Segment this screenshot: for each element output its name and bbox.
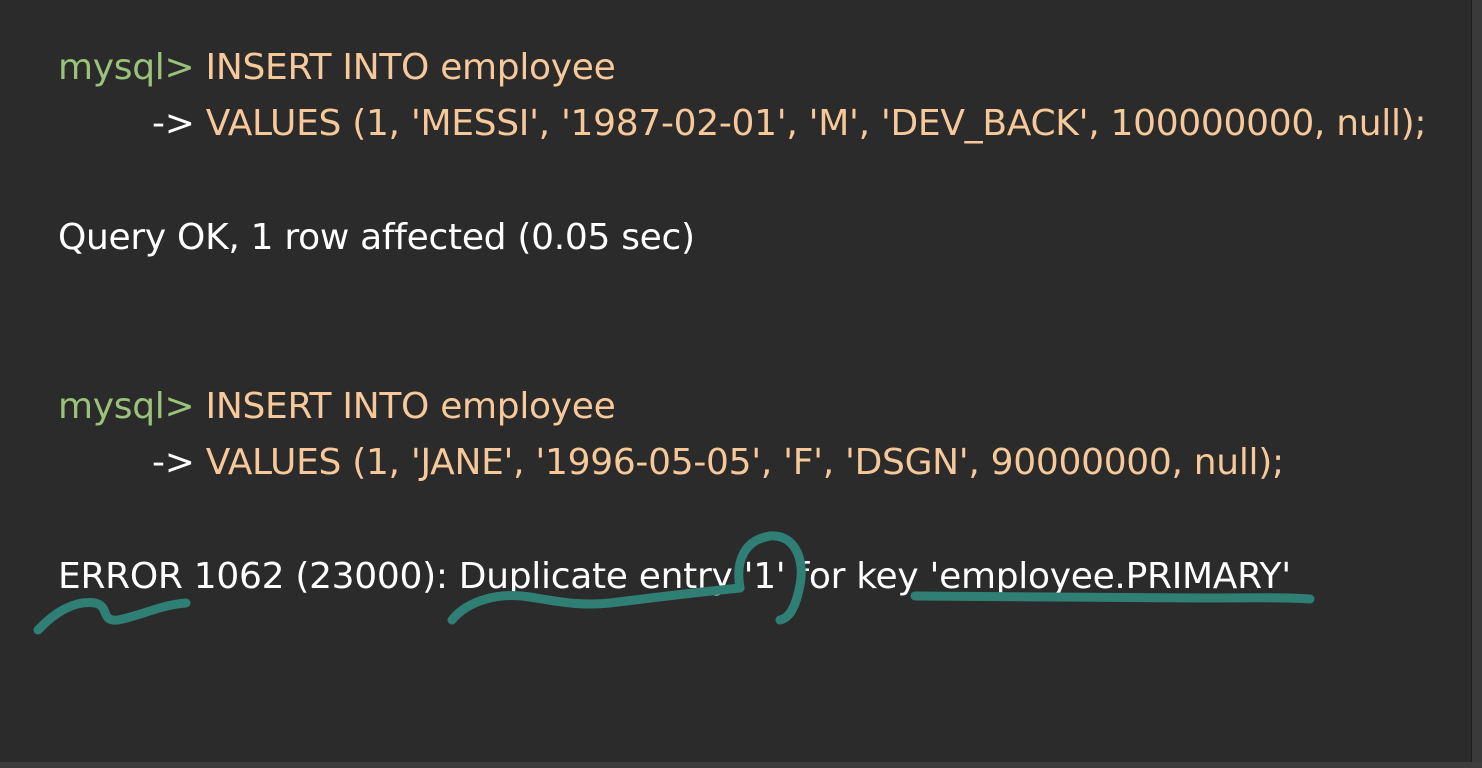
command-line-1: mysql> INSERT INTO employee	[58, 50, 616, 86]
continuation-line-1: -> VALUES (1, 'MESSI', '1987-02-01', 'M'…	[152, 103, 1427, 144]
sql-values: VALUES (1, 'MESSI', '1987-02-01', 'M', '…	[194, 103, 1427, 144]
error-message: ERROR 1062 (23000): Duplicate entry '1' …	[58, 556, 1291, 597]
terminal-screen: mysql> INSERT INTO employee -> VALUES (1…	[0, 0, 1482, 768]
mysql-prompt: mysql>	[58, 47, 195, 88]
query-result: Query OK, 1 row affected (0.05 sec)	[58, 217, 695, 258]
continuation-marker: ->	[152, 103, 195, 144]
error-underline-stroke	[33, 598, 191, 635]
continuation-line-2: -> VALUES (1, 'JANE', '1996-05-05', 'F',…	[152, 445, 1284, 481]
sql-statement: INSERT INTO employee	[194, 386, 616, 427]
continuation-marker: ->	[152, 442, 195, 483]
sql-values: VALUES (1, 'JANE', '1996-05-05', 'F', 'D…	[194, 442, 1284, 483]
window-bottom-edge	[0, 762, 1482, 768]
mysql-prompt: mysql>	[58, 386, 195, 427]
command-line-2: mysql> INSERT INTO employee	[58, 389, 616, 425]
sql-statement: INSERT INTO employee	[194, 47, 616, 88]
window-edge	[1471, 0, 1482, 768]
